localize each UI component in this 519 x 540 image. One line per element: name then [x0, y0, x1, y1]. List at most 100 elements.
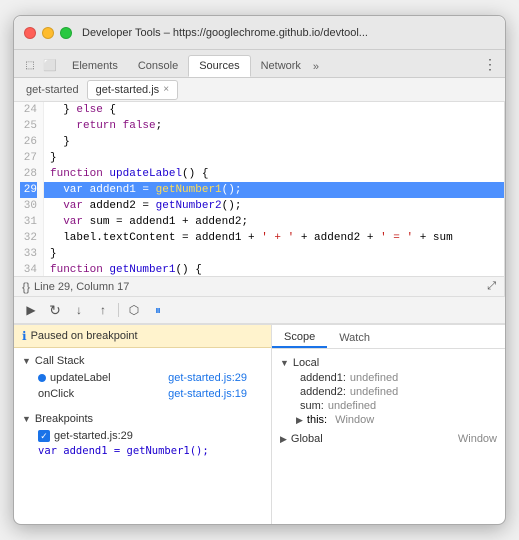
- file-tab-get-started[interactable]: get-started: [18, 80, 87, 100]
- file-tab-label: get-started: [26, 84, 79, 96]
- this-value: Window: [335, 414, 374, 426]
- tab-sources[interactable]: Sources: [188, 55, 250, 77]
- call-stack-fn-0: updateLabel: [38, 372, 111, 384]
- blackbox-button[interactable]: ⬡: [125, 301, 143, 319]
- blue-dot-icon: [38, 374, 46, 382]
- code-line-34: function getNumber1() {: [44, 262, 504, 276]
- local-triangle: ▼: [280, 358, 289, 368]
- global-scope-group: ▶ Global Window: [272, 429, 505, 449]
- call-stack-item-0[interactable]: updateLabel get-started.js:29: [22, 370, 263, 386]
- resume-button[interactable]: ▶: [22, 301, 40, 319]
- devtools-window: Developer Tools – https://googlechrome.g…: [13, 15, 506, 525]
- global-label: Global: [291, 433, 323, 445]
- call-stack-header[interactable]: ▼ Call Stack: [22, 352, 263, 370]
- file-tab-bar: get-started get-started.js ×: [14, 78, 505, 102]
- breakpoints-section: ▼ Breakpoints ✓ get-started.js:29 var ad…: [14, 406, 271, 462]
- traffic-lights: [24, 27, 72, 39]
- minimize-button[interactable]: [42, 27, 54, 39]
- global-triangle: ▶: [280, 434, 287, 445]
- call-stack-fn-1: onClick: [38, 388, 74, 400]
- global-value: Window: [458, 433, 497, 445]
- left-panel: ℹ Paused on breakpoint ▼ Call Stack upda…: [14, 325, 272, 524]
- global-scope-header[interactable]: ▶ Global Window: [280, 431, 497, 447]
- breakpoint-file-0: get-started.js:29: [54, 430, 133, 442]
- close-button[interactable]: [24, 27, 36, 39]
- toolbar-divider: [118, 303, 119, 317]
- breakpoints-header[interactable]: ▼ Breakpoints: [22, 410, 263, 428]
- code-line-31: var sum = addend1 + addend2;: [44, 214, 504, 230]
- cursor-icon[interactable]: ⬚: [22, 57, 38, 73]
- breakpoints-label: Breakpoints: [35, 413, 93, 425]
- cursor-position: {} Line 29, Column 17 ⤢: [14, 276, 504, 296]
- code-lines[interactable]: } else { return false; } } function upda…: [44, 102, 504, 276]
- breakpoint-code: var addend1 = getNumber1();: [22, 444, 263, 458]
- local-label: Local: [293, 357, 319, 369]
- breakpoint-status: Paused on breakpoint: [31, 330, 138, 342]
- call-stack-file-0[interactable]: get-started.js:29: [168, 372, 247, 384]
- window-title: Developer Tools – https://googlechrome.g…: [82, 27, 368, 39]
- this-item[interactable]: ▶ this: Window: [280, 413, 497, 427]
- expand-icon[interactable]: ⤢: [487, 280, 496, 293]
- tab-console[interactable]: Console: [128, 55, 188, 77]
- code-line-26: }: [44, 134, 504, 150]
- scope-key-addend2: addend2:: [300, 386, 346, 398]
- scope-content: ▼ Local addend1: undefined addend2: unde…: [272, 349, 505, 524]
- debug-toolbar: ▶ ↻ ↓ ↑ ⬡ ⏸: [14, 296, 505, 324]
- main-tab-bar: ⬚ ⬜ Elements Console Sources Network » ⋮: [14, 50, 505, 78]
- bottom-area: ℹ Paused on breakpoint ▼ Call Stack upda…: [14, 324, 505, 524]
- this-key: this:: [307, 414, 327, 426]
- scope-item-sum: sum: undefined: [280, 399, 497, 413]
- tab-elements[interactable]: Elements: [62, 55, 128, 77]
- local-scope-header[interactable]: ▼ Local: [280, 355, 497, 371]
- breakpoints-triangle: ▼: [22, 414, 31, 424]
- file-tab-close-icon[interactable]: ×: [163, 84, 169, 95]
- scope-tab-bar: Scope Watch: [272, 325, 505, 349]
- code-editor: 24 25 26 27 28 29 30 31 32 33 34 35 36 }…: [14, 102, 505, 296]
- tab-scope[interactable]: Scope: [272, 328, 327, 348]
- step-over-button[interactable]: ↻: [46, 301, 64, 319]
- scope-item-addend2: addend2: undefined: [280, 385, 497, 399]
- scope-val-addend2: undefined: [350, 386, 398, 398]
- call-stack-file-1[interactable]: get-started.js:19: [168, 388, 247, 400]
- file-tab-active-label: get-started.js: [96, 84, 160, 96]
- device-icon[interactable]: ⬜: [42, 57, 58, 73]
- zoom-button[interactable]: [60, 27, 72, 39]
- step-out-button[interactable]: ↑: [94, 301, 112, 319]
- code-line-32: label.textContent = addend1 + ' + ' + ad…: [44, 230, 504, 246]
- code-line-29: var addend1 = getNumber1();: [44, 182, 504, 198]
- scope-key-addend1: addend1:: [300, 372, 346, 384]
- scope-key-sum: sum:: [300, 400, 324, 412]
- code-line-33: }: [44, 246, 504, 262]
- file-tab-get-started-js[interactable]: get-started.js ×: [87, 80, 178, 100]
- step-into-button[interactable]: ↓: [70, 301, 88, 319]
- main-area: 24 25 26 27 28 29 30 31 32 33 34 35 36 }…: [14, 102, 505, 296]
- call-stack-item-1[interactable]: onClick get-started.js:19: [22, 386, 263, 402]
- breakpoint-checkbox-0[interactable]: ✓: [38, 430, 50, 442]
- code-line-27: }: [44, 150, 504, 166]
- scope-val-sum: undefined: [328, 400, 376, 412]
- scope-val-addend1: undefined: [350, 372, 398, 384]
- call-stack-section: ▼ Call Stack updateLabel get-started.js:…: [14, 348, 271, 406]
- right-panel: Scope Watch ▼ Local addend1: undefined a…: [272, 325, 505, 524]
- local-scope-group: ▼ Local addend1: undefined addend2: unde…: [272, 353, 505, 429]
- call-stack-label: Call Stack: [35, 355, 85, 367]
- tab-watch[interactable]: Watch: [327, 328, 382, 348]
- scope-item-addend1: addend1: undefined: [280, 371, 497, 385]
- code-line-25: return false;: [44, 118, 504, 134]
- code-content: 24 25 26 27 28 29 30 31 32 33 34 35 36 }…: [14, 102, 504, 276]
- pause-exceptions-button[interactable]: ⏸: [149, 301, 167, 319]
- code-line-28: function updateLabel() {: [44, 166, 504, 182]
- info-icon: ℹ: [22, 329, 27, 343]
- cursor-brace-icon: {}: [22, 280, 30, 294]
- this-triangle: ▶: [296, 415, 303, 426]
- more-tabs-button[interactable]: »: [313, 61, 319, 73]
- devtools-menu-icon[interactable]: ⋮: [483, 56, 497, 73]
- code-line-30: var addend2 = getNumber2();: [44, 198, 504, 214]
- call-stack-triangle: ▼: [22, 356, 31, 366]
- tab-network[interactable]: Network: [251, 55, 311, 77]
- line-numbers: 24 25 26 27 28 29 30 31 32 33 34 35 36: [14, 102, 44, 276]
- code-line-24: } else {: [44, 102, 504, 118]
- title-bar: Developer Tools – https://googlechrome.g…: [14, 16, 505, 50]
- cursor-location: Line 29, Column 17: [34, 281, 129, 293]
- breakpoint-item-0[interactable]: ✓ get-started.js:29: [22, 428, 263, 444]
